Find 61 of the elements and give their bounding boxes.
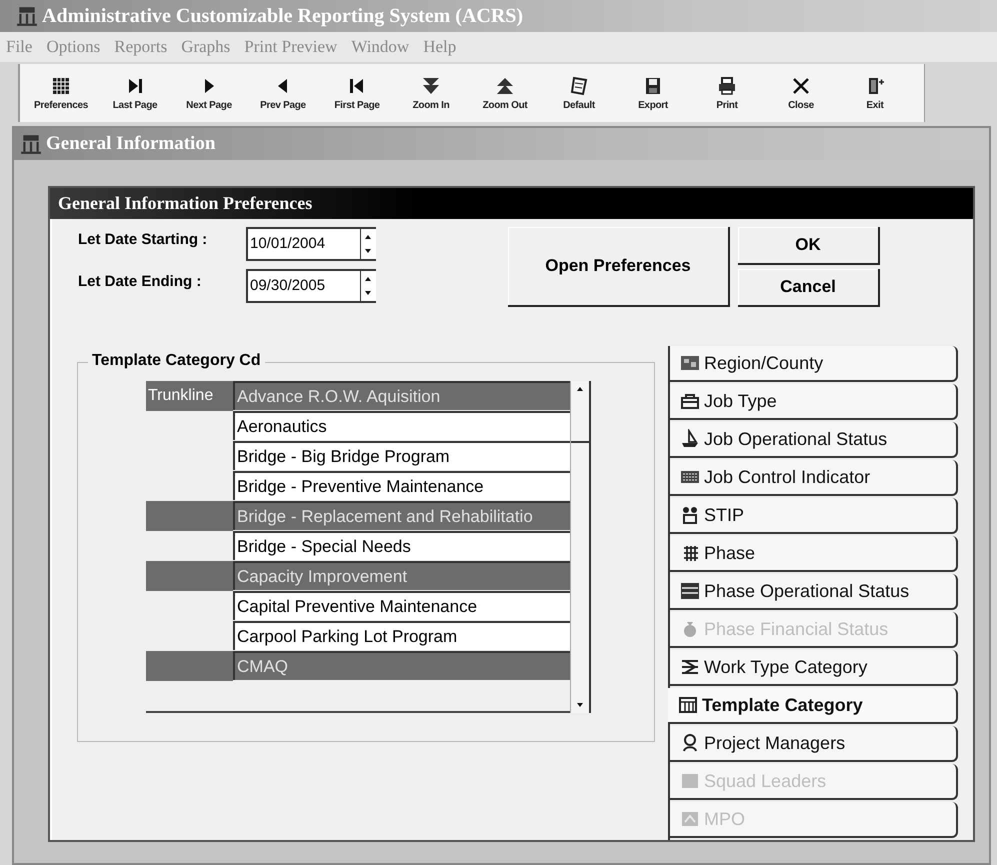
list-item[interactable]: Bridge - Big Bridge Program [233,441,570,470]
toolbar-button[interactable]: First Page [320,64,394,122]
open-preferences-button[interactable]: Open Preferences [508,226,730,307]
tab[interactable]: STIP [670,498,958,534]
picture-icon [680,809,700,829]
building-icon [20,133,42,155]
toolbox-icon [680,391,700,411]
tab[interactable]: Phase Operational Status [670,574,958,610]
field-label: Let Date Ending : [78,272,202,290]
toolbar-button[interactable]: Preferences [24,64,98,122]
down-arrow-icon [421,76,441,96]
toolbar-button[interactable]: Print [690,64,764,122]
table-cell: Trunkline [146,381,233,411]
scroll-bar[interactable] [570,381,591,713]
toolbar-button[interactable]: Next Page [172,64,246,122]
toolbar-button[interactable]: Zoom Out [468,64,542,122]
table-icon [680,581,700,601]
tab[interactable]: Job Control Indicator [670,460,958,496]
list-item[interactable]: Aeronautics [233,411,570,440]
notepad-icon [569,76,589,96]
toolbar-button[interactable]: Export [616,64,690,122]
list-item[interactable]: Bridge - Preventive Maintenance [233,471,570,500]
toolbar-button[interactable]: Prev Page [246,64,320,122]
tab[interactable]: Project Managers [670,726,958,762]
grid-icon [51,76,71,96]
date-field[interactable]: 09/30/2005 [246,268,376,303]
building-icon [16,5,38,27]
date-field[interactable]: 10/01/2004 [246,226,376,261]
window-title: Administrative Customizable Reporting System (ACRS) [42,4,524,28]
list-item[interactable]: Bridge - Replacement and Rehabilitatio [233,501,570,530]
list-item[interactable]: Capacity Improvement [233,561,570,590]
cancel-button[interactable]: Cancel [738,268,880,307]
list-item[interactable]: Carpool Parking Lot Program [233,621,570,650]
sailboat-icon [680,429,700,449]
group-title: Template Category Cd [88,352,265,370]
person-icon [680,733,700,753]
toolbar-button[interactable]: Zoom In [394,64,468,122]
toolbar-button[interactable]: Last Page [98,64,172,122]
picture-icon [680,771,700,791]
list-item[interactable]: Advance R.O.W. Aquisition [233,381,570,410]
dialog-title: General Information Preferences [58,192,312,214]
table-icon [678,695,698,715]
toolbar-button[interactable]: Exit [838,64,912,122]
tab[interactable]: Template Category [668,688,958,724]
tab[interactable]: Job Type [670,384,958,420]
up-arrow-icon [495,76,515,96]
tab[interactable]: Work Type Category [670,650,958,686]
ok-button[interactable]: OK [738,226,880,265]
printer-icon [717,76,737,96]
tab[interactable]: Job Operational Status [670,422,958,458]
toolbar-button[interactable]: Default [542,64,616,122]
field-label: Let Date Starting : [78,230,208,248]
list-item[interactable]: Capital Preventive Maintenance [233,591,570,620]
list-item[interactable]: Bridge - Special Needs [233,531,570,560]
people-icon [680,505,700,525]
list-item[interactable]: CMAQ [233,651,570,680]
toolbar-button[interactable]: Close [764,64,838,122]
tab[interactable]: Region/County [670,346,958,382]
close-icon [791,76,811,96]
child-window-title: General Information [46,133,216,155]
tab[interactable]: Phase [670,536,958,572]
